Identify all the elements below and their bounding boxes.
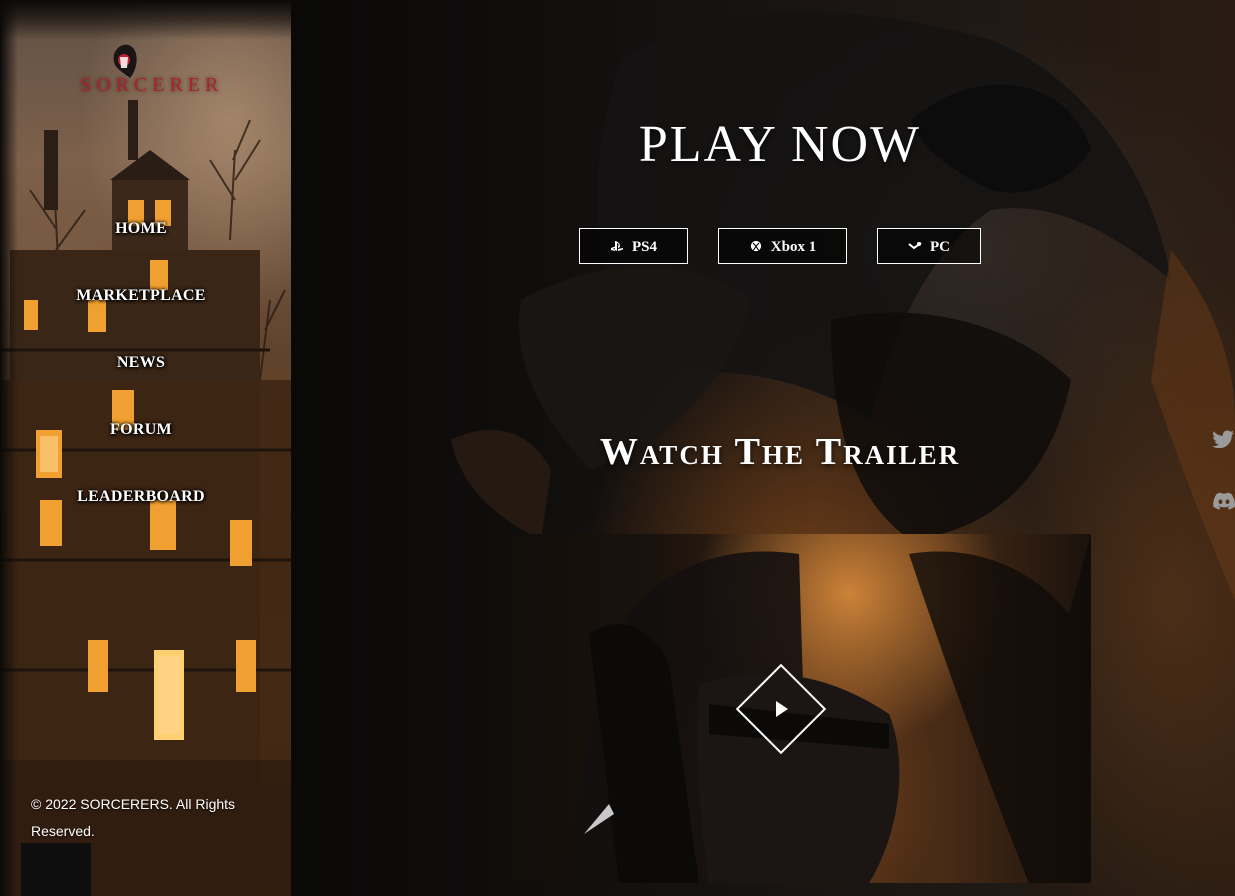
main-nav: HOME MARKETPLACE NEWS FORUM LEADERBOARD — [0, 210, 282, 545]
xbox-label: Xbox 1 — [770, 239, 817, 255]
ps4-button[interactable]: PS4 — [579, 228, 688, 264]
pc-label: PC — [930, 239, 950, 255]
nav-marketplace[interactable]: MARKETPLACE — [0, 277, 282, 344]
page: SORCERER HOME MARKETPLACE NEWS FORUM LEA… — [0, 0, 1235, 896]
play-icon — [776, 701, 788, 717]
sidebar-top-edge — [0, 0, 291, 40]
logo[interactable]: SORCERER — [80, 40, 224, 110]
main-content: PLAY NOW PS4 Xbox 1 PC Watch The Trailer — [291, 0, 1235, 896]
copyright-text: © 2022 SORCERERS. All Rights Reserved. — [31, 796, 236, 839]
nav-forum[interactable]: FORUM — [0, 411, 282, 478]
sidebar: SORCERER HOME MARKETPLACE NEWS FORUM LEA… — [0, 0, 291, 896]
steam-icon — [908, 242, 922, 250]
trailer-video[interactable] — [469, 534, 1091, 883]
play-now-title: PLAY NOW — [638, 116, 922, 173]
nav-home[interactable]: HOME — [0, 210, 282, 277]
nav-news[interactable]: NEWS — [0, 344, 282, 411]
playstation-icon — [610, 241, 623, 251]
logo-text: SORCERER — [80, 74, 224, 96]
pc-button[interactable]: PC — [877, 228, 981, 264]
trailer-title: Watch The Trailer — [599, 431, 961, 473]
xbox-button[interactable]: Xbox 1 — [718, 228, 847, 264]
discord-icon[interactable] — [1213, 492, 1235, 510]
xbox-icon — [750, 240, 761, 252]
ps4-label: PS4 — [631, 239, 657, 255]
nav-leaderboard[interactable]: LEADERBOARD — [0, 478, 282, 545]
sidebar-dark-block — [21, 843, 91, 896]
twitter-icon[interactable] — [1213, 430, 1235, 448]
